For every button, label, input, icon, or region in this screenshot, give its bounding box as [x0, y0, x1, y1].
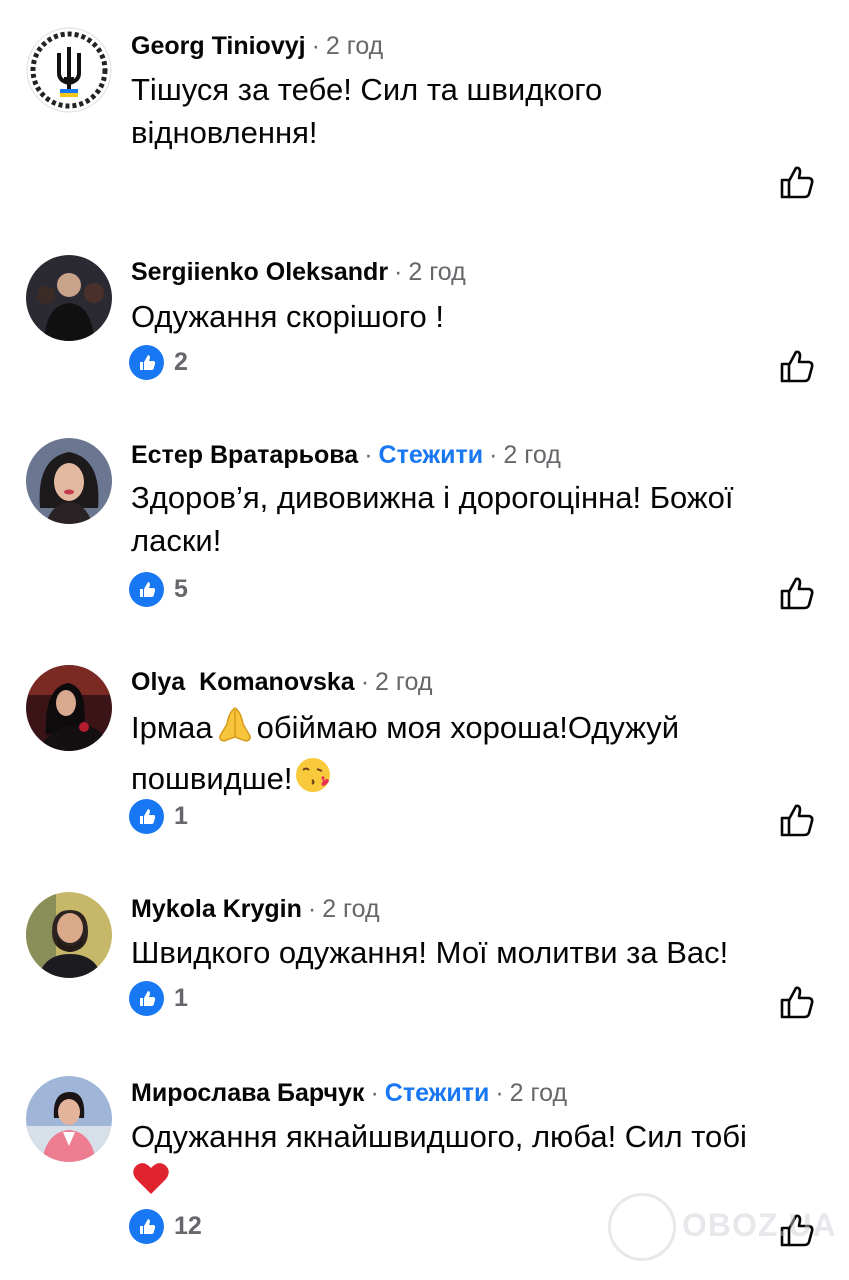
- thumbs-up-icon: [129, 345, 164, 380]
- red-heart-icon: [131, 1158, 171, 1209]
- avatar[interactable]: [26, 438, 112, 524]
- follow-button[interactable]: Стежити: [385, 1079, 490, 1107]
- like-count: 1: [174, 984, 188, 1012]
- author-name[interactable]: Mykola Krygin: [131, 895, 302, 923]
- separator-dot: ·: [364, 441, 373, 469]
- thumbs-up-icon: [129, 572, 164, 607]
- comment-text-segment: пошвидше!: [131, 761, 293, 796]
- comment-header: Olya Komanovska · 2 год: [131, 667, 432, 697]
- profile-photo-icon: [26, 255, 112, 341]
- avatar[interactable]: [26, 892, 112, 978]
- separator-dot: ·: [394, 258, 403, 286]
- thumbs-up-outline-icon: [780, 350, 814, 383]
- comment-text-segment: Ірмаа: [131, 710, 213, 745]
- author-name[interactable]: Естер Вратарьова: [131, 441, 358, 469]
- separator-dot: ·: [495, 1079, 504, 1107]
- comment-text-line: відновлення!: [131, 115, 318, 150]
- comment-text-segment: обіймаю моя хороша!Одужуй: [256, 710, 680, 745]
- comment-text-line: Тішуся за тебе! Сил та швидкого: [131, 72, 603, 107]
- like-count: 1: [174, 802, 188, 830]
- follow-button[interactable]: Стежити: [379, 441, 484, 469]
- comment-text-line: Одужання якнайшвидшого, люба! Сил тобі: [131, 1119, 747, 1154]
- trident-emblem-icon: [26, 27, 112, 113]
- timestamp[interactable]: 2 год: [408, 258, 465, 286]
- separator-dot: ·: [489, 441, 498, 469]
- avatar[interactable]: [26, 255, 112, 341]
- comment-text-line: ласки!: [131, 523, 222, 558]
- comment-text-line: Здоров’я, дивовижна і дорогоцінна! Божої: [131, 480, 734, 515]
- comment-text: Ірмаа обіймаю моя хороша!Одужуй пошвидше!: [131, 704, 811, 806]
- timestamp[interactable]: 2 год: [375, 668, 432, 696]
- like-button[interactable]: [778, 347, 816, 385]
- profile-photo-icon: [26, 665, 112, 751]
- comment-header: Georg Tiniovyj · 2 год: [131, 31, 383, 61]
- like-button[interactable]: [778, 163, 816, 201]
- comment-text: Тішуся за тебе! Сил та швидкого відновле…: [131, 68, 811, 154]
- separator-dot: ·: [360, 668, 370, 696]
- author-name[interactable]: Georg Tiniovyj: [131, 32, 306, 60]
- folded-hands-icon: [213, 704, 257, 755]
- author-name[interactable]: Olya Komanovska: [131, 668, 355, 696]
- timestamp[interactable]: 2 год: [326, 32, 383, 60]
- thumbs-up-outline-icon: [780, 986, 814, 1019]
- like-button[interactable]: [778, 983, 816, 1021]
- like-count: 12: [174, 1212, 202, 1240]
- timestamp[interactable]: 2 год: [510, 1079, 567, 1107]
- comment-header: Sergiienko Oleksandr · 2 год: [131, 257, 466, 287]
- avatar[interactable]: [26, 1076, 112, 1162]
- profile-photo-icon: [26, 438, 112, 524]
- thumbs-up-outline-icon: [780, 577, 814, 610]
- comment-text: Швидкого одужання! Мої молитви за Вас!: [131, 931, 811, 974]
- separator-dot: ·: [307, 895, 317, 923]
- profile-photo-icon: [26, 1076, 112, 1162]
- watermark-text: OBOZ.UA: [682, 1207, 837, 1243]
- avatar[interactable]: [26, 27, 112, 113]
- watermark-logo-icon: [608, 1193, 676, 1261]
- thumbs-up-icon: [129, 981, 164, 1016]
- separator-dot: ·: [311, 32, 320, 60]
- thumbs-up-icon: [129, 1209, 164, 1244]
- face-blowing-kiss-icon: [293, 755, 333, 806]
- thumbs-up-outline-icon: [780, 166, 814, 199]
- thumbs-up-icon: [129, 799, 164, 834]
- thumbs-up-outline-icon: [780, 804, 814, 837]
- like-count: 2: [174, 348, 188, 376]
- author-name[interactable]: Мирослава Барчук: [131, 1079, 364, 1107]
- watermark: OBOZ.UA: [608, 1193, 836, 1265]
- timestamp[interactable]: 2 год: [503, 441, 560, 469]
- avatar[interactable]: [26, 665, 112, 751]
- profile-photo-icon: [26, 892, 112, 978]
- comment-text-line: Швидкого одужання! Мої молитви за Вас!: [131, 935, 729, 970]
- comment-text: Здоров’я, дивовижна і дорогоцінна! Божої…: [131, 476, 811, 562]
- comment-header: Mykola Krygin · 2 год: [131, 894, 380, 924]
- comment-text-line: Одужання скорішого !: [131, 299, 444, 334]
- comment-text: Одужання скорішого !: [131, 295, 811, 338]
- separator-dot: ·: [370, 1079, 379, 1107]
- like-button[interactable]: [778, 574, 816, 612]
- timestamp[interactable]: 2 год: [322, 895, 379, 923]
- author-name[interactable]: Sergiienko Oleksandr: [131, 258, 388, 286]
- comment-header: Естер Вратарьова · Стежити · 2 год: [131, 440, 561, 470]
- like-button[interactable]: [778, 801, 816, 839]
- like-count: 5: [174, 575, 188, 603]
- comment-header: Мирослава Барчук · Стежити · 2 год: [131, 1078, 567, 1108]
